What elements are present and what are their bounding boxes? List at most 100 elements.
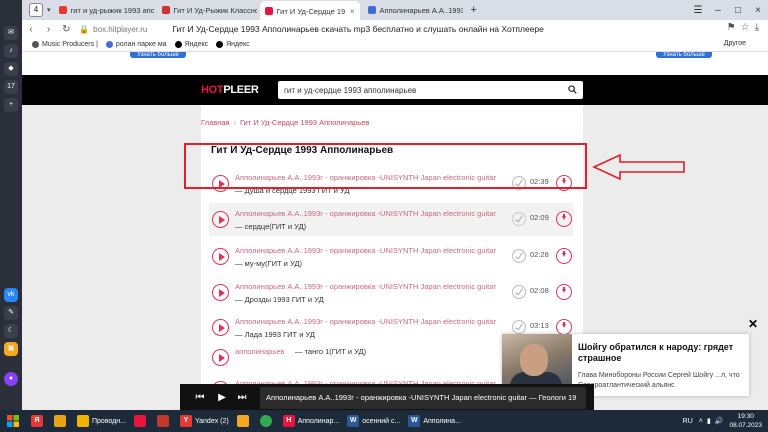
sidebar-collection-icon[interactable]: 17 <box>4 80 18 94</box>
tab-close-icon[interactable]: × <box>350 7 355 16</box>
address-actions-icon[interactable]: ⚑☆⤓ <box>727 22 764 33</box>
breadcrumb-current[interactable]: Гит И Уд-Сердце 1993 Апполинарьев <box>240 118 369 127</box>
clock-time: 19:30 <box>737 413 754 420</box>
check-icon[interactable] <box>512 320 526 334</box>
ad-button-right[interactable]: Узнать больше <box>656 52 712 58</box>
audio-player: ⏮ ▶ ⏭ Апполинарьев А.А..1993г - оранжиро… <box>180 384 594 412</box>
track-duration: 02:28 <box>530 250 549 259</box>
taskbar-app[interactable]: Я <box>28 411 49 431</box>
track-artist[interactable]: Апполинарьев А.А..1993г - оранжировка -U… <box>235 282 496 291</box>
track-artist[interactable]: Апполинарьев А.А..1993г - оранжировка -U… <box>235 209 496 218</box>
check-icon[interactable] <box>512 249 526 263</box>
reload-icon[interactable]: ↻ <box>57 24 75 35</box>
track-artist[interactable]: апполинарьев <box>235 347 284 356</box>
new-tab-button[interactable]: + <box>466 1 482 19</box>
next-icon[interactable]: ⏭ <box>236 392 248 404</box>
play-icon[interactable]: ▶ <box>216 392 228 404</box>
taskbar-app-explorer[interactable]: Проводн... <box>74 411 129 431</box>
tray-volume-icon[interactable]: 🔊 <box>715 417 724 425</box>
lock-icon[interactable]: 🔒 <box>79 25 89 34</box>
sidebar-alice-icon[interactable]: ● <box>4 372 18 386</box>
track-title: — му-му(ГИТ и УД) <box>235 259 302 268</box>
tab-2[interactable]: Гит И Уд-Рыжик Классно <box>157 1 257 19</box>
tab-label: Гит И Уд-Сердце 1993 А <box>276 6 345 16</box>
tab-menu-icon[interactable]: ▾ <box>47 6 51 14</box>
clock[interactable]: 19:30 08.07.2023 <box>729 412 762 430</box>
news-title[interactable]: Шойгу обратился к народу: грядет страшно… <box>578 342 744 364</box>
sidebar-bag-icon[interactable]: ▣ <box>4 342 18 356</box>
chrome-icon <box>259 415 272 427</box>
previous-icon[interactable]: ⏮ <box>194 392 206 404</box>
check-icon[interactable] <box>512 285 526 299</box>
sidebar-mail-icon[interactable]: ✉ <box>4 26 18 40</box>
download-icon[interactable] <box>556 211 572 227</box>
tab-1[interactable]: гит и уд-рыжик 1993 апо <box>54 1 154 19</box>
app-icon <box>54 415 66 427</box>
track-duration: 02:08 <box>530 286 549 295</box>
url-box[interactable]: 🔒 box.hitplayer.ru Гит И Уд-Сердце 1993 … <box>79 22 768 36</box>
track-row[interactable]: Апполинарьев А.А..1993г - оранжировка -U… <box>209 240 573 273</box>
search-icon[interactable] <box>568 85 577 94</box>
track-row-highlighted[interactable]: Апполинарьев А.А..1993г - оранжировка -U… <box>209 203 573 236</box>
breadcrumb-home[interactable]: Главная <box>201 118 230 127</box>
system-tray: RU ˄ ▮ 🔊 19:30 08.07.2023 <box>683 410 768 432</box>
hotpleer-icon: H <box>282 415 295 427</box>
bookmark-item[interactable]: Яндекс <box>174 41 208 48</box>
play-icon[interactable] <box>212 319 229 336</box>
taskbar-app-word[interactable]: Wосенний с... <box>344 411 403 431</box>
taskbar-app[interactable] <box>154 411 175 431</box>
track-artist[interactable]: Апполинарьев А.А..1993г - оранжировка -U… <box>235 246 496 255</box>
windows-icon <box>7 415 19 427</box>
taskbar-app-hotpleer[interactable]: H Апполинар... <box>280 411 342 431</box>
yandex-browser-icon: Y <box>179 415 192 427</box>
track-row[interactable]: Апполинарьев А.А..1993г - оранжировка -U… <box>209 276 573 309</box>
forward-icon[interactable]: › <box>40 24 58 35</box>
minimize-icon[interactable]: – <box>708 5 728 16</box>
site-logo[interactable]: HOTPLEER <box>201 84 259 96</box>
tab-4[interactable]: Апполинарьев А.А..1993г <box>363 1 463 19</box>
bookmarks-other[interactable]: Другое <box>724 40 746 47</box>
taskbar-app[interactable] <box>51 411 72 431</box>
download-icon[interactable] <box>556 248 572 264</box>
ad-button[interactable]: Узнать больше <box>130 52 186 58</box>
bookmark-item[interactable]: Music Producers | <box>32 41 98 48</box>
sidebar-vk-icon[interactable]: vk <box>4 288 18 302</box>
track-artist[interactable]: Апполинарьев А.А..1993г - оранжировка -U… <box>235 317 496 326</box>
close-window-icon[interactable]: × <box>748 5 768 16</box>
play-icon[interactable] <box>212 349 229 366</box>
taskbar-app-word[interactable]: W Апполина... <box>405 411 464 431</box>
bookmark-item[interactable]: ролан парке ма <box>105 41 167 48</box>
sidebar-music-icon[interactable]: ♪ <box>4 44 18 58</box>
play-icon[interactable] <box>212 248 229 265</box>
check-icon[interactable] <box>512 212 526 226</box>
yandex-icon: Я <box>31 415 43 427</box>
play-icon[interactable] <box>212 211 229 228</box>
tab-3-active[interactable]: Гит И Уд-Сердце 1993 А × <box>259 1 360 21</box>
taskbar-app[interactable] <box>131 411 152 431</box>
sidebar-pen-icon[interactable]: ✎ <box>4 306 18 320</box>
sidebar-add-icon[interactable]: + <box>4 98 18 112</box>
bookmark-item[interactable]: Яндекс <box>216 41 250 48</box>
sidebar-games-icon[interactable]: ◆ <box>4 62 18 76</box>
tray-chevron-icon[interactable]: ˄ <box>699 418 703 425</box>
start-button[interactable] <box>0 410 26 432</box>
tab-count[interactable]: 4 <box>29 3 43 17</box>
play-icon[interactable] <box>212 284 229 301</box>
url-text: box.hitplayer.ru <box>93 24 148 34</box>
download-icon[interactable] <box>556 284 572 300</box>
sidebar-moon-icon[interactable]: ☾ <box>4 324 18 338</box>
search-input[interactable] <box>284 84 564 96</box>
app-icon <box>236 415 249 427</box>
tray-network-icon[interactable]: ▮ <box>707 417 711 425</box>
bookmark-favicon-icon <box>216 41 224 48</box>
taskbar-app[interactable] <box>234 411 255 431</box>
back-icon[interactable]: ‹ <box>22 24 40 35</box>
news-photo-face <box>520 344 548 376</box>
taskbar-app-yandex[interactable]: Y Yandex (2) <box>177 411 232 431</box>
taskbar-app[interactable] <box>257 411 278 431</box>
news-close-icon[interactable]: ✕ <box>747 318 759 330</box>
tray-lang[interactable]: RU <box>683 418 693 425</box>
download-icon[interactable] <box>556 319 572 335</box>
maximize-icon[interactable]: □ <box>728 5 748 16</box>
bookmarks-icon[interactable]: ☰ <box>688 5 708 16</box>
